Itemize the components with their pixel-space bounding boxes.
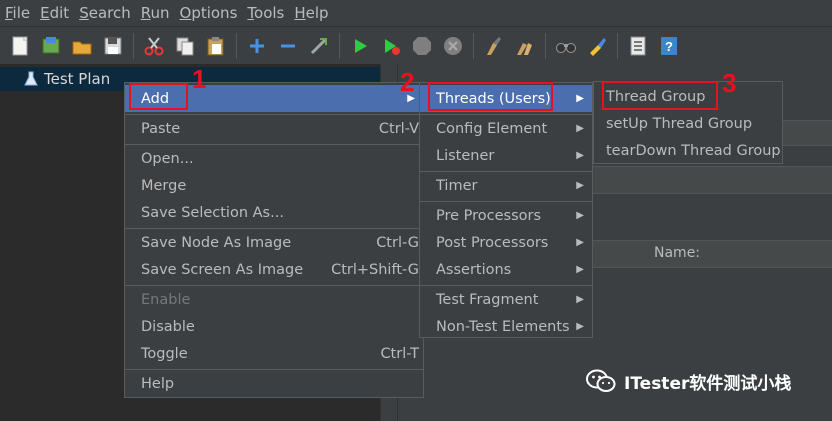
- chevron-right-icon: ▶: [576, 210, 584, 221]
- clear-icon[interactable]: [480, 32, 508, 60]
- copy-icon[interactable]: [171, 32, 199, 60]
- context-menu: Add ▶ Paste Ctrl-V Open... Merge Save Sele…: [124, 82, 424, 398]
- step-number-2: 2: [400, 67, 415, 97]
- menu-item-post-processors[interactable]: Post Processors ▶: [420, 229, 592, 256]
- reset-search-icon[interactable]: [583, 32, 611, 60]
- save-icon[interactable]: [99, 32, 127, 60]
- menu-item-save-screen-image[interactable]: Save Screen As Image Ctrl+Shift-G: [125, 256, 423, 283]
- paste-icon[interactable]: [202, 32, 230, 60]
- menu-item-open[interactable]: Open...: [125, 145, 423, 172]
- clear-all-icon[interactable]: [511, 32, 539, 60]
- menu-item-save-selection[interactable]: Save Selection As...: [125, 199, 423, 226]
- function-helper-icon[interactable]: [624, 32, 652, 60]
- chevron-right-icon: ▶: [576, 264, 584, 275]
- menu-item-setup-thread-group[interactable]: setUp Thread Group: [594, 110, 782, 137]
- expand-icon[interactable]: [243, 32, 271, 60]
- menu-item-non-test-elements[interactable]: Non-Test Elements ▶: [420, 313, 592, 340]
- menu-item-paste[interactable]: Paste Ctrl-V: [125, 115, 423, 142]
- chevron-right-icon: ▶: [576, 150, 584, 161]
- cut-icon[interactable]: [140, 32, 168, 60]
- menu-item-timer[interactable]: Timer ▶: [420, 172, 592, 199]
- chevron-right-icon: ▶: [576, 294, 584, 305]
- step-number-1: 1: [192, 64, 207, 94]
- toggle-icon[interactable]: [305, 32, 333, 60]
- menu-item-merge[interactable]: Merge: [125, 172, 423, 199]
- highlight-box-add: [129, 83, 188, 110]
- help-icon[interactable]: ?: [655, 32, 683, 60]
- open-icon[interactable]: [68, 32, 96, 60]
- chevron-right-icon: ▶: [576, 123, 584, 134]
- search-icon[interactable]: [552, 32, 580, 60]
- menu-bar: File Edit Search Run Options Tools Help: [0, 0, 832, 26]
- menu-help[interactable]: Help: [289, 0, 333, 26]
- menu-item-pre-processors[interactable]: Pre Processors ▶: [420, 202, 592, 229]
- menu-item-save-node-image[interactable]: Save Node As Image Ctrl-G: [125, 229, 423, 256]
- menu-item-listener[interactable]: Listener ▶: [420, 142, 592, 169]
- name-label: Name:: [654, 245, 701, 261]
- menu-item-config-element[interactable]: Config Element ▶: [420, 115, 592, 142]
- collapse-icon[interactable]: [274, 32, 302, 60]
- menu-options[interactable]: Options: [175, 0, 243, 26]
- stop-icon[interactable]: [408, 32, 436, 60]
- menu-run[interactable]: Run: [136, 0, 175, 26]
- menu-item-test-fragment[interactable]: Test Fragment ▶: [420, 286, 592, 313]
- menu-item-teardown-thread-group[interactable]: tearDown Thread Group: [594, 137, 782, 164]
- toolbar-separator: [473, 32, 474, 59]
- start-icon[interactable]: [346, 32, 374, 60]
- wechat-icon: [586, 368, 616, 394]
- shutdown-icon[interactable]: [439, 32, 467, 60]
- menu-item-assertions[interactable]: Assertions ▶: [420, 256, 592, 283]
- chevron-right-icon: ▶: [576, 180, 584, 191]
- menu-search[interactable]: Search: [74, 0, 136, 26]
- menu-item-toggle[interactable]: Toggle Ctrl-T: [125, 340, 423, 367]
- toolbar-separator: [617, 32, 618, 59]
- menu-file[interactable]: File: [0, 0, 35, 26]
- chevron-right-icon: ▶: [576, 321, 584, 332]
- menu-edit[interactable]: Edit: [35, 0, 74, 26]
- watermark-text: ITester软件测试小栈: [624, 373, 792, 394]
- add-submenu: Threads (Users) ▶ Config Element ▶ Listene…: [419, 82, 593, 338]
- watermark: ITester软件测试小栈: [586, 368, 791, 394]
- menu-item-help[interactable]: Help: [125, 370, 423, 397]
- chevron-right-icon: ▶: [576, 237, 584, 248]
- chevron-right-icon: ▶: [576, 93, 584, 104]
- new-icon[interactable]: [6, 32, 34, 60]
- start-no-pause-icon[interactable]: [377, 32, 405, 60]
- tree-node-label: Test Plan: [44, 70, 111, 88]
- svg-text:?: ?: [665, 39, 673, 54]
- menu-item-enable: Enable: [141, 291, 191, 308]
- menu-tools[interactable]: Tools: [242, 0, 289, 26]
- step-number-3: 3: [722, 68, 737, 98]
- toolbar-separator: [236, 32, 237, 59]
- highlight-box-threads: [428, 82, 553, 111]
- highlight-box-thread-group: [602, 81, 718, 110]
- toolbar: ?: [0, 26, 832, 64]
- toolbar-separator: [339, 32, 340, 59]
- toolbar-separator: [133, 32, 134, 59]
- toolbar-separator: [545, 32, 546, 59]
- beaker-icon: [24, 71, 38, 87]
- menu-item-disable[interactable]: Disable: [125, 313, 423, 340]
- templates-icon[interactable]: [37, 32, 65, 60]
